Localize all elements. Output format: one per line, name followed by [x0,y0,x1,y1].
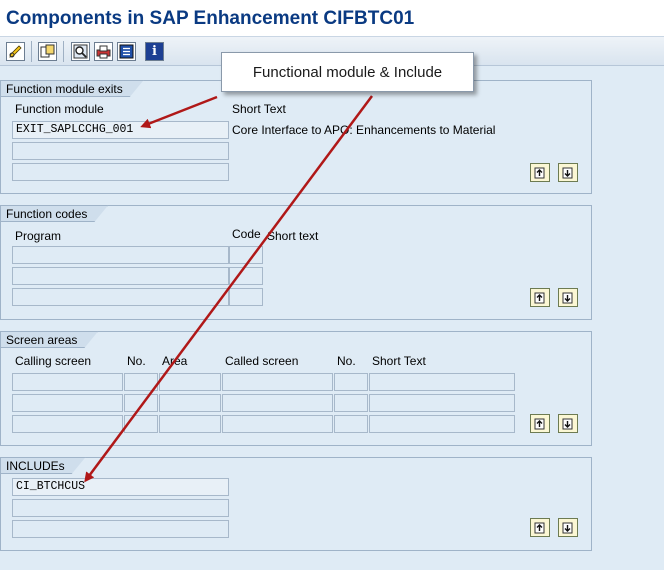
called-screen-field[interactable] [222,394,333,412]
program-field[interactable] [12,246,229,264]
include-field[interactable]: CI_BTCHCUS [12,478,229,496]
page-up-icon[interactable] [530,288,550,307]
col-calling-screen: Calling screen [15,354,92,368]
title-bar: Components in SAP Enhancement CIFBTC01 [0,0,664,37]
list-icon[interactable] [117,42,136,61]
toolbar-separator [31,41,32,62]
short-text-value: Core Interface to APO: Enhancements to M… [232,123,496,137]
page-up-icon[interactable] [530,414,550,433]
no-field[interactable] [334,415,368,433]
screen-areas-group: Screen areas Calling screen No. Area Cal… [0,331,592,446]
calling-screen-field[interactable] [12,373,123,391]
col-no: No. [127,354,146,368]
page-up-icon[interactable] [530,518,550,537]
no-field[interactable] [124,415,158,433]
called-screen-field[interactable] [222,373,333,391]
col-short-text: Short Text [232,102,286,116]
short-text-field[interactable] [369,373,515,391]
include-field[interactable] [12,499,229,517]
find-icon[interactable] [71,42,90,61]
page-up-icon[interactable] [530,163,550,182]
object-list-icon[interactable] [38,42,57,61]
no-field[interactable] [334,373,368,391]
area-field[interactable] [159,373,221,391]
function-module-field[interactable]: EXIT_SAPLCCHG_001 [12,121,229,139]
group-title: Function module exits [0,80,144,97]
toolbar-separator [63,41,64,62]
group-title: Function codes [0,205,108,222]
info-icon[interactable]: i [145,42,164,61]
col-no: No. [337,354,356,368]
col-function-module: Function module [15,102,104,116]
info-glyph: i [152,44,157,59]
pencil-glasses-icon[interactable] [6,42,25,61]
page-down-icon[interactable] [558,163,578,182]
annotation-callout: Functional module & Include [221,52,474,92]
function-module-exits-group: Function module exits Function module Sh… [0,80,592,194]
group-title: Screen areas [0,331,98,348]
no-field[interactable] [124,394,158,412]
page-title: Components in SAP Enhancement CIFBTC01 [6,8,415,29]
calling-screen-field[interactable] [12,415,123,433]
page-down-icon[interactable] [558,288,578,307]
program-field[interactable] [12,267,229,285]
page-down-icon[interactable] [558,518,578,537]
code-field[interactable] [229,288,263,306]
col-short-text: Short Text [372,354,426,368]
col-short-text: Short text [267,229,319,243]
calling-screen-field[interactable] [12,394,123,412]
code-field[interactable] [229,267,263,285]
function-module-field[interactable] [12,142,229,160]
program-field[interactable] [12,288,229,306]
col-program: Program [15,229,62,243]
function-codes-group: Function codes Program Code Short text [0,205,592,320]
short-text-field[interactable] [369,394,515,412]
function-module-field[interactable] [12,163,229,181]
no-field[interactable] [334,394,368,412]
no-field[interactable] [124,373,158,391]
short-text-field[interactable] [369,415,515,433]
col-area: Area [162,354,188,368]
includes-group: INCLUDEs CI_BTCHCUS [0,457,592,551]
area-field[interactable] [159,394,221,412]
include-field[interactable] [12,520,229,538]
group-title: INCLUDEs [0,457,86,474]
page-down-icon[interactable] [558,414,578,433]
print-icon[interactable] [94,42,113,61]
code-field[interactable] [229,246,263,264]
area-field[interactable] [159,415,221,433]
col-code: Code [232,227,261,241]
col-called-screen: Called screen [225,354,299,368]
called-screen-field[interactable] [222,415,333,433]
